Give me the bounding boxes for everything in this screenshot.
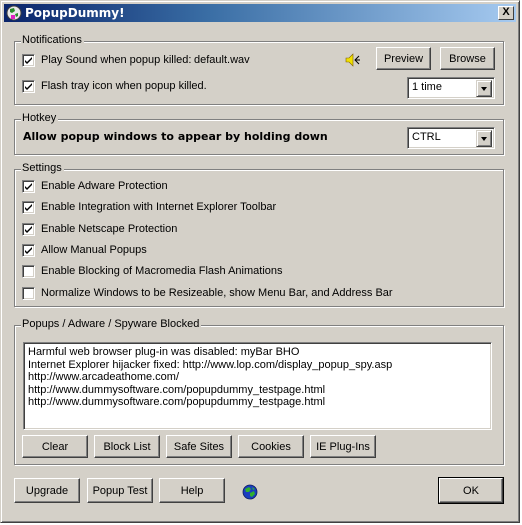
help-button[interactable]: Help <box>159 478 225 503</box>
settings-group: Settings Enable Adware Protection Enable … <box>14 162 504 307</box>
flash-tray-label: Flash tray icon when popup killed. <box>41 80 207 92</box>
settings-label: Enable Blocking of Macromedia Flash Anim… <box>41 265 283 278</box>
settings-checkbox[interactable] <box>22 222 35 236</box>
hotkey-legend: Hotkey <box>21 112 59 124</box>
popup-test-button[interactable]: Popup Test <box>87 478 153 503</box>
settings-checkbox[interactable] <box>22 201 35 215</box>
hotkey-select[interactable]: CTRL <box>407 127 495 149</box>
checkmark-icon <box>25 246 32 254</box>
checkmark-icon <box>25 83 32 90</box>
close-button[interactable]: X <box>498 6 514 20</box>
cookies-button[interactable]: Cookies <box>238 435 304 458</box>
safe-sites-button[interactable]: Safe Sites <box>166 435 232 458</box>
settings-checkbox[interactable] <box>22 265 35 279</box>
settings-label: Allow Manual Popups <box>41 243 147 256</box>
flash-count-value: 1 time <box>412 81 442 93</box>
checkmark-icon <box>25 204 32 212</box>
chevron-down-icon[interactable] <box>476 130 492 147</box>
browse-button[interactable]: Browse <box>440 47 495 70</box>
notifications-group: Notifications Play Sound when popup kill… <box>14 34 504 105</box>
app-globe-icon <box>6 5 22 21</box>
checkmark-icon <box>25 183 32 190</box>
ok-button[interactable]: OK <box>438 477 504 504</box>
play-sound-label: Play Sound when popup killed: <box>41 54 192 66</box>
settings-checkbox[interactable] <box>22 286 35 300</box>
speaker-icon[interactable] <box>345 52 361 68</box>
hotkey-label: Allow popup windows to appear by holding… <box>23 130 328 143</box>
clear-button[interactable]: Clear <box>22 435 88 458</box>
flash-count-select[interactable]: 1 time <box>407 77 495 99</box>
upgrade-button[interactable]: Upgrade <box>14 478 80 503</box>
blocked-legend: Popups / Adware / Spyware Blocked <box>21 318 202 330</box>
settings-label: Enable Netscape Protection <box>41 222 178 235</box>
list-item[interactable]: Harmful web browser plug-in was disabled… <box>28 346 487 359</box>
play-sound-checkbox[interactable] <box>22 54 35 67</box>
settings-checkbox[interactable] <box>22 243 35 257</box>
globe-icon[interactable] <box>242 484 258 500</box>
hotkey-value: CTRL <box>412 131 441 143</box>
settings-checkbox[interactable] <box>22 180 35 193</box>
settings-label: Enable Integration with Internet Explore… <box>41 201 277 214</box>
block-list-button[interactable]: Block List <box>94 435 160 458</box>
list-item[interactable]: http://www.dummysoftware.com/popupdummy_… <box>28 384 487 397</box>
close-icon: X <box>502 6 510 18</box>
blocked-listbox[interactable]: Harmful web browser plug-in was disabled… <box>23 342 492 430</box>
chevron-down-icon[interactable] <box>476 80 492 97</box>
settings-legend: Settings <box>21 162 64 174</box>
flash-tray-checkbox[interactable] <box>22 80 35 93</box>
ie-plugins-button[interactable]: IE Plug-Ins <box>310 435 376 458</box>
settings-label: Normalize Windows to be Resizeable, show… <box>41 286 393 299</box>
hotkey-group: Hotkey Allow popup windows to appear by … <box>14 112 504 155</box>
settings-label: Enable Adware Protection <box>41 180 168 192</box>
preview-button[interactable]: Preview <box>376 47 431 70</box>
notifications-legend: Notifications <box>21 34 84 46</box>
blocked-group: Popups / Adware / Spyware Blocked Harmfu… <box>14 318 504 465</box>
title-bar[interactable]: PopupDummy! X <box>4 4 516 22</box>
checkmark-icon <box>25 57 32 64</box>
checkmark-icon <box>25 225 32 233</box>
sound-file-name: default.wav <box>194 54 250 66</box>
list-item[interactable]: http://www.arcadeathome.com/ <box>28 371 487 384</box>
popupdummy-window: PopupDummy! X Notifications Play Sound w… <box>0 0 520 523</box>
list-item[interactable]: Internet Explorer hijacker fixed: http:/… <box>28 359 487 372</box>
list-item[interactable]: http://www.dummysoftware.com/popupdummy_… <box>28 396 487 409</box>
window-title: PopupDummy! <box>25 6 125 20</box>
